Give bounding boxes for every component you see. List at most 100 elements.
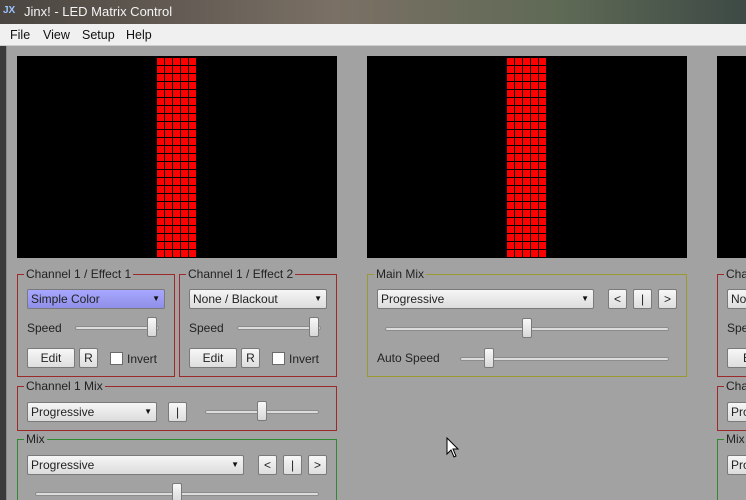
led-pixel xyxy=(181,210,188,217)
led-pixel xyxy=(507,250,514,257)
main-mix-thumb[interactable] xyxy=(522,318,532,338)
led-pixel xyxy=(165,250,172,257)
led-pixel xyxy=(515,210,522,217)
led-pixel xyxy=(539,130,546,137)
led-pixel xyxy=(539,178,546,185)
auto-speed-thumb[interactable] xyxy=(483,348,494,368)
led-pixel xyxy=(173,106,180,113)
effect2-edit-button[interactable]: Edit xyxy=(189,348,237,368)
led-pixel xyxy=(531,170,538,177)
channel2-mix2-combo-text: Pro xyxy=(731,458,746,472)
main-mix-prev-button[interactable]: < xyxy=(608,289,627,309)
led-pixel xyxy=(515,178,522,185)
led-pixel xyxy=(157,130,164,137)
effect1-speed-label: Speed xyxy=(27,321,62,335)
led-pixel xyxy=(157,170,164,177)
led-pixel xyxy=(531,202,538,209)
effect2-combo[interactable]: None / Blackout ▼ xyxy=(189,289,327,309)
led-pixel xyxy=(157,58,164,65)
channel2-edit-button[interactable]: E xyxy=(727,348,746,368)
mix-prev-button[interactable]: < xyxy=(258,455,277,475)
channel2-mix2-label: Mix xyxy=(724,432,746,446)
effect1-r-button[interactable]: R xyxy=(79,348,98,368)
led-pixel xyxy=(181,154,188,161)
channel2-mix2-group: Mix Pro xyxy=(717,432,746,500)
led-pixel xyxy=(531,138,538,145)
menu-file[interactable]: File xyxy=(10,28,30,42)
mix-next-button[interactable]: > xyxy=(308,455,327,475)
led-pixel xyxy=(157,98,164,105)
led-pixel xyxy=(189,202,196,209)
led-pixel xyxy=(531,194,538,201)
effect2-r-button[interactable]: R xyxy=(241,348,260,368)
chevron-down-icon: ▼ xyxy=(152,294,160,303)
led-pixel xyxy=(173,202,180,209)
led-pixel xyxy=(515,82,522,89)
led-pixel xyxy=(157,114,164,121)
led-pixel xyxy=(181,90,188,97)
led-pixel xyxy=(523,74,530,81)
channel-preview xyxy=(17,56,337,258)
led-pixel xyxy=(157,234,164,241)
mix-toggle-button[interactable]: | xyxy=(283,455,302,475)
led-pixel xyxy=(165,106,172,113)
effect2-speed-thumb[interactable] xyxy=(308,317,319,337)
main-mix-combo[interactable]: Progressive ▼ xyxy=(377,289,594,309)
led-pixel xyxy=(157,106,164,113)
led-pixel xyxy=(523,162,530,169)
led-pixel xyxy=(507,98,514,105)
led-pixel xyxy=(157,122,164,129)
main-mix-next-button[interactable]: > xyxy=(658,289,677,309)
channel2-speed-label: Spee xyxy=(727,321,746,335)
led-pixel xyxy=(539,186,546,193)
mix-combo[interactable]: Progressive ▼ xyxy=(27,455,244,475)
channel2-effect-combo-text: Non xyxy=(731,292,746,306)
led-pixel xyxy=(539,218,546,225)
led-pixel xyxy=(181,234,188,241)
effect1-combo-text: Simple Color xyxy=(31,292,100,306)
led-pixel xyxy=(523,186,530,193)
led-pixel xyxy=(157,186,164,193)
led-pixel xyxy=(515,146,522,153)
channel-mix-toggle-button[interactable]: | xyxy=(168,402,187,422)
led-pixel xyxy=(173,250,180,257)
channel2-mix2-combo[interactable]: Pro xyxy=(727,455,746,475)
mix-thumb[interactable] xyxy=(172,483,182,500)
menu-help[interactable]: Help xyxy=(126,28,152,42)
led-pixel xyxy=(181,146,188,153)
channel2-effect-combo[interactable]: Non xyxy=(727,289,746,309)
channel-mix-combo[interactable]: Progressive ▼ xyxy=(27,402,157,422)
effect1-invert-checkbox[interactable] xyxy=(110,352,123,365)
effect1-edit-button[interactable]: Edit xyxy=(27,348,75,368)
effect2-combo-text: None / Blackout xyxy=(193,292,278,306)
led-pixel xyxy=(173,170,180,177)
led-pixel xyxy=(165,146,172,153)
led-pixel xyxy=(165,186,172,193)
led-pixel xyxy=(173,162,180,169)
mix-combo-text: Progressive xyxy=(31,458,95,472)
effect2-invert-checkbox[interactable] xyxy=(272,352,285,365)
led-pixel xyxy=(173,242,180,249)
led-pixel xyxy=(531,186,538,193)
led-pixel xyxy=(515,218,522,225)
effect1-combo[interactable]: Simple Color ▼ xyxy=(27,289,165,309)
mix-group: Mix Progressive ▼ < | > xyxy=(17,432,337,500)
led-pixel xyxy=(531,106,538,113)
led-pixel xyxy=(523,178,530,185)
led-pixel xyxy=(157,74,164,81)
led-pixel xyxy=(181,74,188,81)
effect1-speed-thumb[interactable] xyxy=(146,317,157,337)
led-pixel xyxy=(173,66,180,73)
menu-view[interactable]: View xyxy=(43,28,70,42)
channel-mix-thumb[interactable] xyxy=(257,401,267,421)
channel2-mix-group: Chan Pro xyxy=(717,379,746,431)
menu-setup[interactable]: Setup xyxy=(82,28,115,42)
chevron-down-icon: ▼ xyxy=(314,294,322,303)
main-mix-label: Main Mix xyxy=(374,267,427,281)
led-pixel xyxy=(539,242,546,249)
channel2-mix-combo[interactable]: Pro xyxy=(727,402,746,422)
led-pixel xyxy=(531,82,538,89)
led-pixel xyxy=(173,58,180,65)
main-mix-toggle-button[interactable]: | xyxy=(633,289,652,309)
chevron-down-icon: ▼ xyxy=(144,407,152,416)
